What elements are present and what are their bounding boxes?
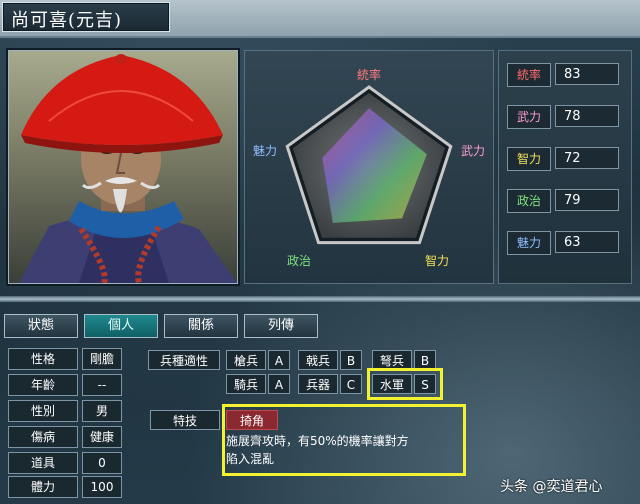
stat-value: 79 (555, 189, 619, 211)
radar-label-charm: 魅力 (253, 143, 277, 158)
stat-radar-chart: 統率 武力 智力 政治 魅力 (253, 67, 485, 268)
unit-name: 戟兵 (298, 350, 338, 370)
radar-label-politics: 政治 (287, 254, 311, 268)
section-divider (0, 296, 640, 302)
stat-value: 63 (555, 231, 619, 253)
unit-name: 兵器 (298, 374, 338, 394)
stat-value: 72 (555, 147, 619, 169)
unit-grade: B (340, 350, 362, 370)
stat-row-war: 武力 78 (507, 105, 625, 129)
watermark-text: 头条 @奕道君心 (500, 479, 603, 495)
unit-name: 弩兵 (372, 350, 412, 370)
info-label: 傷病 (8, 426, 78, 448)
info-label: 體力 (8, 476, 78, 498)
stat-row-command: 統率 83 (507, 63, 625, 87)
tab-relations[interactable]: 關係 (164, 314, 238, 338)
stat-row-charm: 魅力 63 (507, 231, 625, 255)
stat-radar-panel: 統率 武力 智力 政治 魅力 (244, 50, 494, 284)
info-value: 男 (82, 400, 122, 422)
info-label: 性別 (8, 400, 78, 422)
unit-grade: B (414, 350, 436, 370)
stat-name: 統率 (507, 63, 551, 87)
stat-name: 智力 (507, 147, 551, 171)
stat-row-intelligence: 智力 72 (507, 147, 625, 171)
stat-list-panel: 統率 83 武力 78 智力 72 政治 79 魅力 63 (498, 50, 632, 284)
stat-name: 魅力 (507, 231, 551, 255)
unit-name: 騎兵 (226, 374, 266, 394)
stat-row-politics: 政治 79 (507, 189, 625, 213)
officer-name-box: 尚可喜(元吉) (2, 2, 170, 32)
stat-value: 83 (555, 63, 619, 85)
officer-name: 尚可喜(元吉) (11, 10, 123, 31)
info-label: 道具 (8, 452, 78, 474)
navy-highlight-box (367, 368, 443, 400)
tab-biography[interactable]: 列傳 (244, 314, 318, 338)
aptitude-title: 兵種適性 (148, 350, 220, 370)
tab-personal[interactable]: 個人 (84, 314, 158, 338)
stat-name: 政治 (507, 189, 551, 213)
radar-label-command: 統率 (357, 67, 381, 82)
unit-grade: A (268, 374, 290, 394)
info-label: 年齡 (8, 374, 78, 396)
unit-name: 槍兵 (226, 350, 266, 370)
info-value: 100 (82, 476, 122, 498)
unit-grade: A (268, 350, 290, 370)
tab-status[interactable]: 狀態 (4, 314, 78, 338)
info-label: 性格 (8, 348, 78, 370)
info-value: -- (82, 374, 122, 396)
radar-label-intelligence: 智力 (425, 253, 449, 268)
stat-name: 武力 (507, 105, 551, 129)
skill-highlight-box (222, 404, 466, 476)
info-value: 0 (82, 452, 122, 474)
stat-value: 78 (555, 105, 619, 127)
officer-portrait (8, 50, 238, 284)
info-value: 剛膽 (82, 348, 122, 370)
radar-label-war: 武力 (461, 144, 485, 158)
unit-grade: C (340, 374, 362, 394)
portrait-illustration (19, 54, 237, 283)
top-bar: 尚可喜(元吉) (0, 0, 640, 38)
info-value: 健康 (82, 426, 122, 448)
skill-label: 特技 (150, 410, 220, 430)
